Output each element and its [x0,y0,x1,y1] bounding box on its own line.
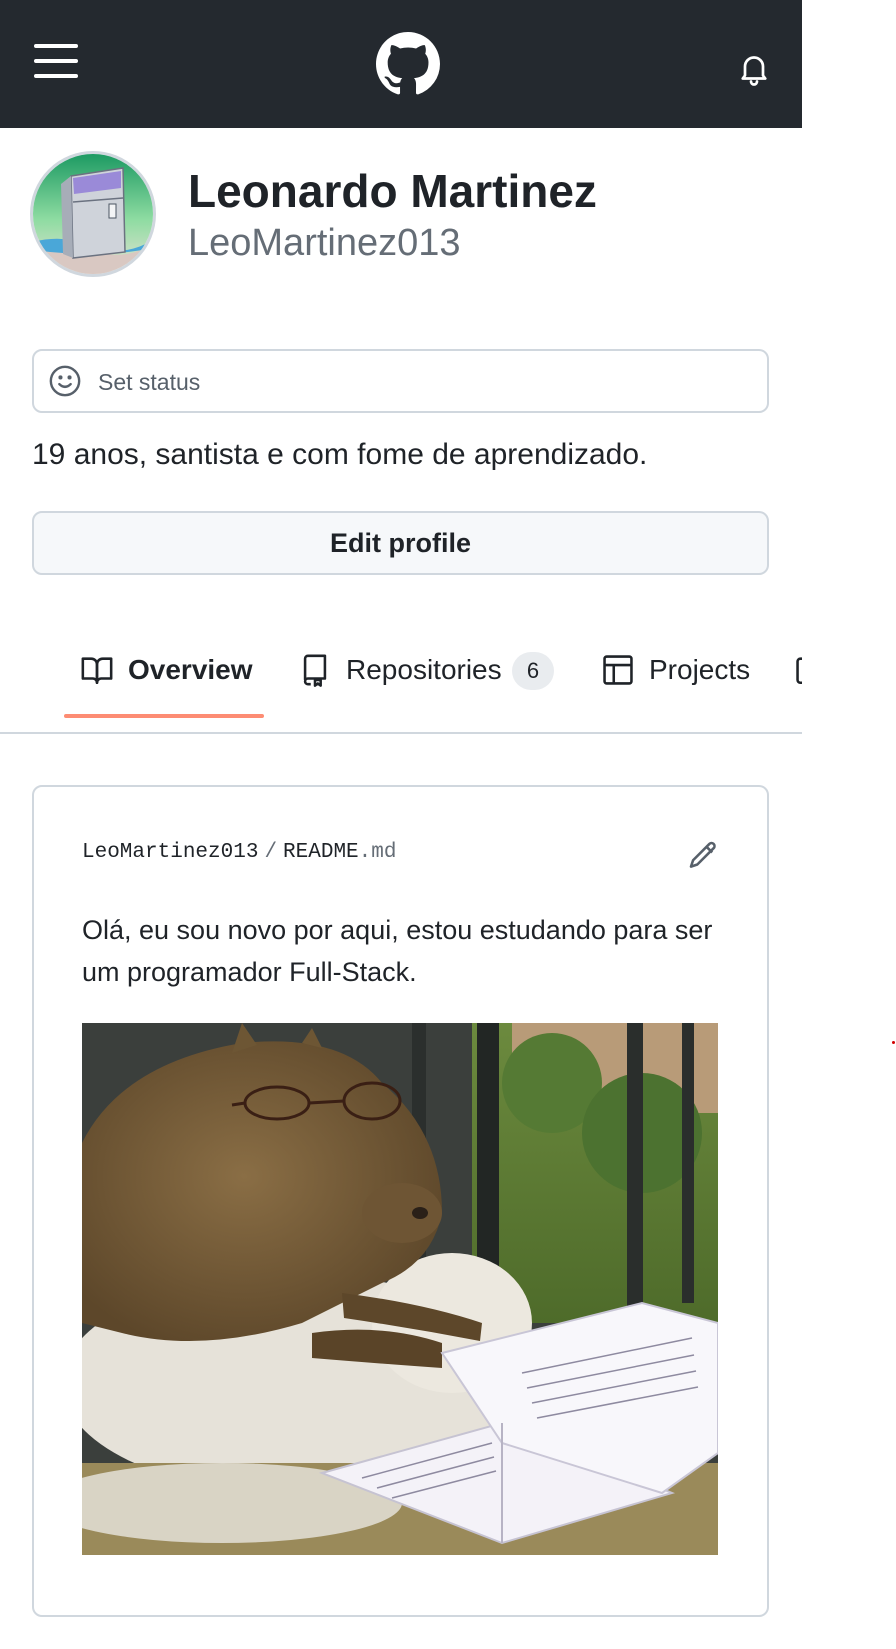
smiley-icon [49,365,81,397]
readme-text: Olá, eu sou novo por aqui, estou estudan… [82,915,713,987]
edit-profile-label: Edit profile [330,528,471,558]
book-icon [81,657,113,685]
readme-path: LeoMartinez013 /README.md [82,841,396,864]
readme-path-separator: / [264,841,278,864]
status-placeholder: Set status [98,369,201,395]
avatar[interactable] [30,151,156,277]
bell-icon[interactable] [736,50,772,86]
stray-marker-dot [892,1041,895,1044]
selected-tab-indicator [64,714,264,718]
tab-repositories-label: Repositories [346,654,502,685]
readme-file-base[interactable]: README [283,841,359,864]
tab-overview[interactable]: Overview [80,650,260,700]
profile-name: Leonardo Martinez [188,165,597,217]
readme-owner-link[interactable]: LeoMartinez013 [82,841,258,864]
tab-projects-label: Projects [649,654,751,685]
set-status-button[interactable]: Set status [32,349,769,413]
tab-overflow-partial[interactable] [794,650,802,700]
package-icon [796,657,802,685]
edit-profile-button[interactable]: Edit profile [32,511,769,575]
hamburger-menu-icon[interactable] [34,42,78,80]
readme-card: LeoMartinez013 /README.md Olá, eu sou nov… [32,785,769,1617]
capybara-reading-photo [82,1023,718,1555]
refrigerator-avatar-image [33,154,153,274]
profile-bio: 19 anos, santista e com fome de aprendiz… [32,438,648,471]
tab-overview-label: Overview [128,654,253,685]
pencil-icon[interactable] [686,839,720,873]
github-logo-icon[interactable] [376,32,440,96]
repo-icon [303,654,327,687]
table-icon [603,655,633,685]
repositories-count-badge: 6 [512,652,554,690]
tab-repositories[interactable]: Repositories 6 [298,650,558,700]
readme-image [82,1023,718,1555]
profile-page: Leonardo Martinez LeoMartinez013 Set sta… [0,0,802,1649]
profile-tabs: Overview Repositories 6 Projects [0,630,802,734]
profile-login: LeoMartinez013 [188,222,461,264]
readme-file-ext: .md [358,841,397,864]
top-header [0,0,802,128]
tab-projects[interactable]: Projects [601,650,771,700]
